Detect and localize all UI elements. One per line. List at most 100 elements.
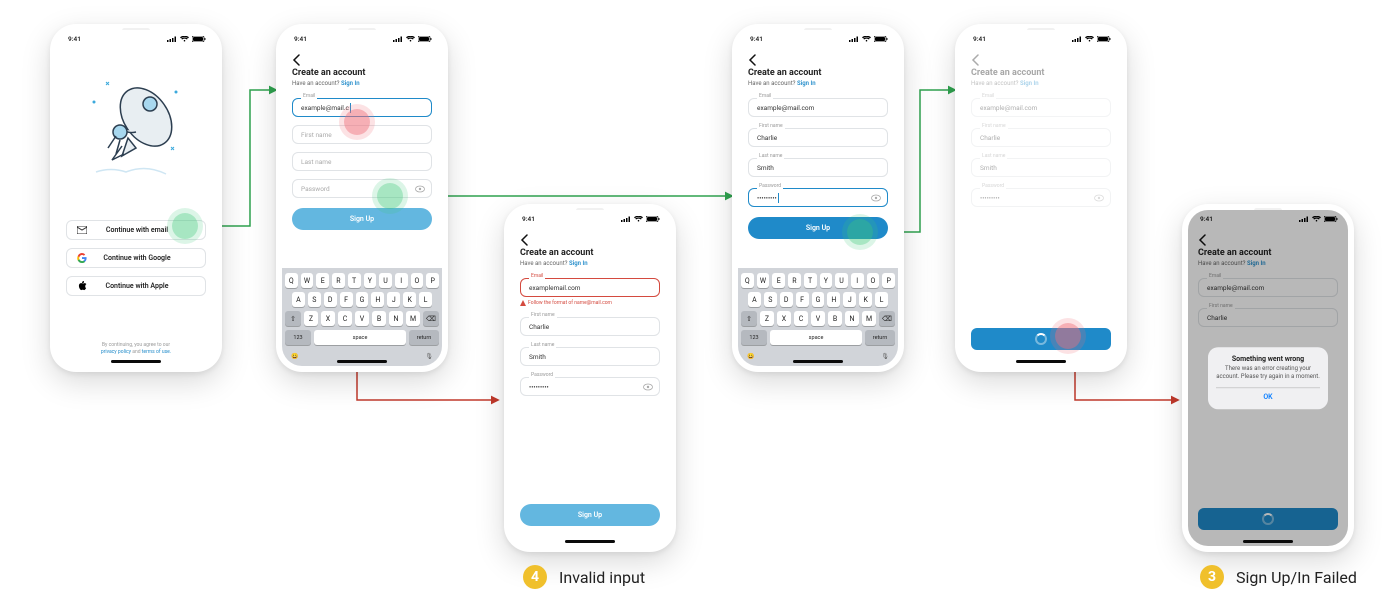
key-M[interactable]: M	[406, 311, 420, 326]
key-Z[interactable]: Z	[304, 311, 318, 326]
eye-icon[interactable]	[415, 185, 425, 192]
key-B[interactable]: B	[828, 311, 842, 326]
continue-apple-button[interactable]: Continue with Apple	[66, 276, 206, 296]
password-input[interactable]: Password	[292, 179, 432, 198]
key-K[interactable]: K	[403, 292, 416, 307]
key-V[interactable]: V	[355, 311, 369, 326]
key-H[interactable]: H	[371, 292, 384, 307]
password-input[interactable]: Password•••••••••	[520, 377, 660, 396]
signup-button[interactable]: Sign Up	[748, 217, 888, 239]
terms-link[interactable]: terms of use.	[142, 349, 171, 355]
continue-google-button[interactable]: Continue with Google	[66, 248, 206, 268]
key-F[interactable]: F	[340, 292, 353, 307]
alert-title: Something went wrong	[1216, 355, 1320, 363]
key-E[interactable]: E	[772, 273, 785, 288]
continue-email-button[interactable]: Continue with email	[66, 220, 206, 240]
mic-key[interactable]: 🎙	[425, 353, 433, 360]
back-button[interactable]	[971, 54, 979, 66]
email-error: Follow the format of name@mail.com	[520, 300, 660, 306]
key-G[interactable]: G	[812, 292, 825, 307]
shift-key[interactable]: ⇧	[285, 311, 301, 326]
back-button[interactable]	[520, 234, 528, 246]
alert-ok-button[interactable]: OK	[1216, 387, 1320, 401]
key-O[interactable]: O	[867, 273, 880, 288]
key-R[interactable]: R	[332, 273, 345, 288]
continue-email-label: Continue with email	[79, 226, 195, 234]
key-N[interactable]: N	[389, 311, 403, 326]
email-input[interactable]: Emailexample@mail.com	[748, 98, 888, 117]
key-R[interactable]: R	[788, 273, 801, 288]
key-O[interactable]: O	[411, 273, 424, 288]
space-key[interactable]: space	[314, 330, 406, 345]
key-A[interactable]: A	[748, 292, 761, 307]
emoji-key[interactable]: 😀	[291, 353, 298, 360]
key-J[interactable]: J	[387, 292, 400, 307]
key-V[interactable]: V	[811, 311, 825, 326]
privacy-link[interactable]: privacy policy	[101, 349, 131, 355]
email-input[interactable]: Emailexamplemail.com	[520, 278, 660, 297]
eye-icon[interactable]	[643, 383, 653, 390]
key-I[interactable]: I	[851, 273, 864, 288]
delete-key[interactable]: ⌫	[423, 311, 439, 326]
lastname-input[interactable]: Last name	[292, 152, 432, 171]
key-U[interactable]: U	[835, 273, 848, 288]
key-T[interactable]: T	[348, 273, 361, 288]
keyboard[interactable]: QWERTYUIOP ASDFGHJKL ⇧ZXCVBNM⌫ 123 space…	[738, 268, 898, 366]
return-key[interactable]: return	[409, 330, 439, 345]
key-I[interactable]: I	[395, 273, 408, 288]
key-Z[interactable]: Z	[760, 311, 774, 326]
key-Y[interactable]: Y	[820, 273, 833, 288]
back-button[interactable]	[292, 54, 300, 66]
key-M[interactable]: M	[862, 311, 876, 326]
key-C[interactable]: C	[794, 311, 808, 326]
signin-link[interactable]: Sign In	[341, 80, 360, 87]
key-A[interactable]: A	[292, 292, 305, 307]
email-input[interactable]: Emailexample@mail.c	[292, 98, 432, 117]
key-L[interactable]: L	[875, 292, 888, 307]
signup-button[interactable]: Sign Up	[292, 208, 432, 230]
key-Q[interactable]: Q	[285, 273, 298, 288]
key-E[interactable]: E	[316, 273, 329, 288]
key-X[interactable]: X	[321, 311, 335, 326]
firstname-input[interactable]: First nameCharlie	[520, 317, 660, 336]
signal-icon	[167, 36, 177, 42]
key-W[interactable]: W	[301, 273, 314, 288]
key-Q[interactable]: Q	[741, 273, 754, 288]
lastname-input[interactable]: Last nameSmith	[748, 158, 888, 177]
numbers-key[interactable]: 123	[285, 330, 311, 345]
key-L[interactable]: L	[419, 292, 432, 307]
lastname-input[interactable]: Last nameSmith	[520, 347, 660, 366]
key-U[interactable]: U	[379, 273, 392, 288]
back-button[interactable]	[748, 54, 756, 66]
key-D[interactable]: D	[780, 292, 793, 307]
firstname-input[interactable]: First nameCharlie	[748, 128, 888, 147]
key-S[interactable]: S	[764, 292, 777, 307]
signin-link[interactable]: Sign In	[797, 80, 816, 87]
eye-icon[interactable]	[871, 194, 881, 201]
key-Y[interactable]: Y	[364, 273, 377, 288]
key-P[interactable]: P	[882, 273, 895, 288]
legal-text: By continuing, you agree to our privacy …	[66, 342, 206, 356]
firstname-input[interactable]: First name	[292, 125, 432, 144]
key-F[interactable]: F	[796, 292, 809, 307]
signin-link[interactable]: Sign In	[569, 260, 588, 267]
key-B[interactable]: B	[372, 311, 386, 326]
key-S[interactable]: S	[308, 292, 321, 307]
key-C[interactable]: C	[338, 311, 352, 326]
key-N[interactable]: N	[845, 311, 859, 326]
key-D[interactable]: D	[324, 292, 337, 307]
continue-apple-label: Continue with Apple	[79, 282, 195, 290]
keyboard[interactable]: QWERTYUIOP ASDFGHJKL ⇧ZXCVBNM⌫ 123 space…	[282, 268, 442, 366]
callout-failed: 3 Sign Up/In Failed	[1200, 565, 1357, 589]
key-X[interactable]: X	[777, 311, 791, 326]
signup-button[interactable]: Sign Up	[520, 504, 660, 526]
key-G[interactable]: G	[356, 292, 369, 307]
key-J[interactable]: J	[843, 292, 856, 307]
password-input[interactable]: Password•••••••••	[748, 188, 888, 207]
key-H[interactable]: H	[827, 292, 840, 307]
wifi-icon	[180, 36, 189, 42]
key-T[interactable]: T	[804, 273, 817, 288]
key-K[interactable]: K	[859, 292, 872, 307]
key-W[interactable]: W	[757, 273, 770, 288]
key-P[interactable]: P	[426, 273, 439, 288]
